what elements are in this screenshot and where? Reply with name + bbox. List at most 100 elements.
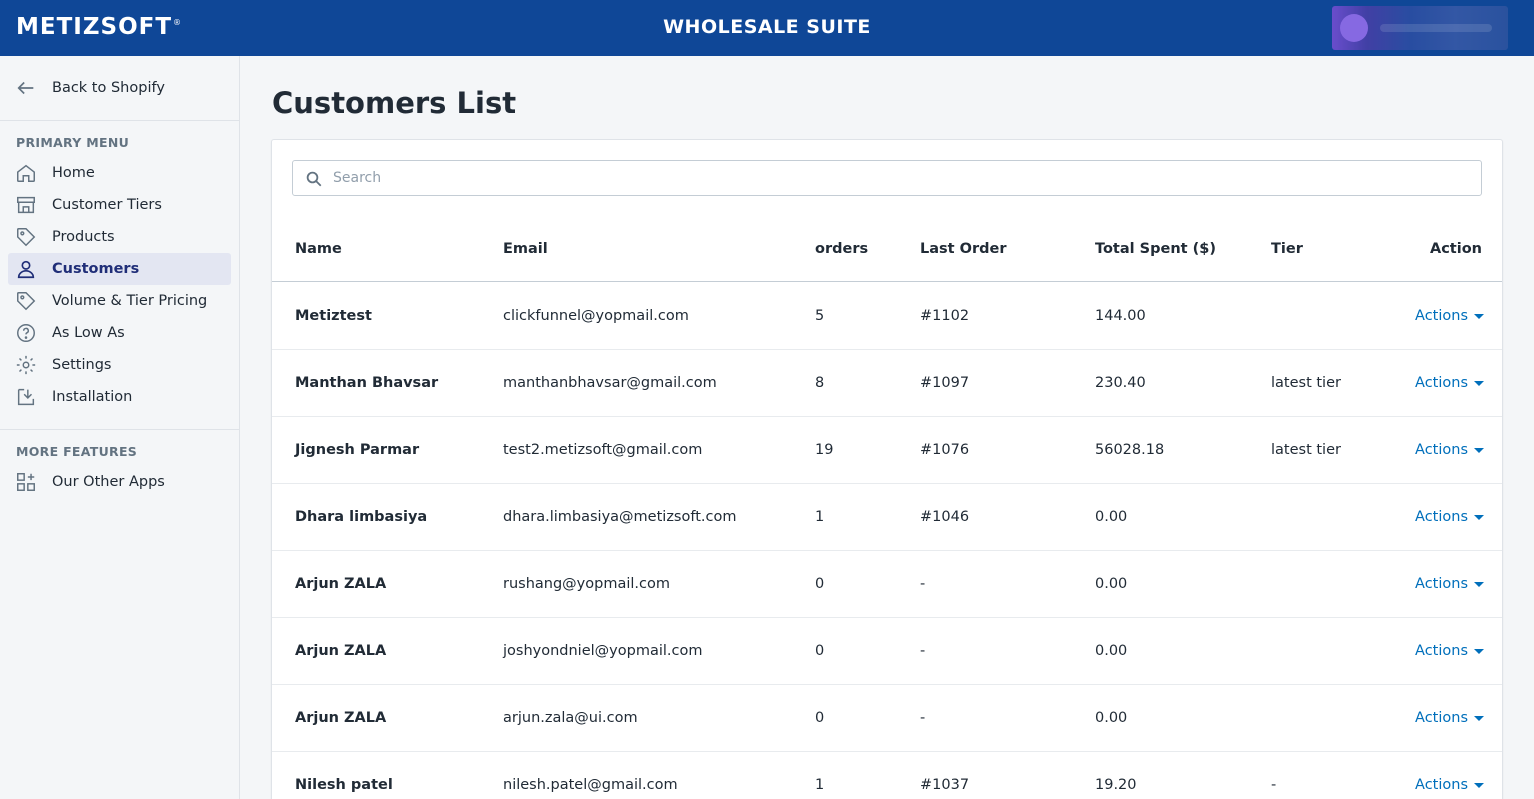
- customer-tier: -: [1271, 777, 1277, 793]
- customer-name: Arjun ZALA: [295, 576, 387, 592]
- customer-total-spent: 56028.18: [1095, 442, 1165, 458]
- account-menu[interactable]: [1332, 6, 1508, 50]
- customer-tier: latest tier: [1271, 442, 1341, 458]
- column-header-name[interactable]: Name: [295, 241, 342, 257]
- column-header-email[interactable]: Email: [503, 241, 548, 257]
- tag-icon: [14, 225, 38, 249]
- actions-label: Actions: [1415, 777, 1468, 793]
- gear-icon: [14, 353, 38, 377]
- sidebar-item-settings[interactable]: Settings: [8, 349, 231, 381]
- customer-email: arjun.zala@ui.com: [503, 710, 638, 726]
- customer-total-spent: 0.00: [1095, 710, 1128, 726]
- customer-email: test2.metizsoft@gmail.com: [503, 442, 703, 458]
- customer-email: joshyondniel@yopmail.com: [503, 643, 703, 659]
- caret-down-icon: [1474, 313, 1484, 319]
- actions-dropdown[interactable]: Actions: [1415, 576, 1484, 592]
- customer-name: Arjun ZALA: [295, 710, 387, 726]
- sidebar-item-volume-tier-pricing[interactable]: Volume & Tier Pricing: [8, 285, 231, 317]
- divider: [0, 120, 239, 121]
- actions-dropdown[interactable]: Actions: [1415, 777, 1484, 793]
- actions-dropdown[interactable]: Actions: [1415, 509, 1484, 525]
- customer-last-order: #1097: [920, 375, 970, 391]
- table-header: Name Email orders Last Order Total Spent…: [272, 216, 1502, 282]
- sidebar-item-installation[interactable]: Installation: [8, 381, 231, 413]
- customer-last-order: -: [920, 576, 926, 592]
- sidebar-item-label: Installation: [52, 389, 133, 405]
- sidebar-item-label: Customer Tiers: [52, 197, 162, 213]
- search-box: [292, 160, 1482, 196]
- customer-total-spent: 230.40: [1095, 375, 1146, 391]
- customer-orders: 0: [815, 710, 825, 726]
- table-row: Dhara limbasiya dhara.limbasiya@metizsof…: [272, 484, 1502, 551]
- customer-name: Metiztest: [295, 308, 372, 324]
- actions-dropdown[interactable]: Actions: [1415, 643, 1484, 659]
- logo-registered-mark: ®: [173, 18, 183, 28]
- column-header-orders[interactable]: orders: [815, 241, 868, 257]
- column-header-last-order[interactable]: Last Order: [920, 241, 1006, 257]
- customer-last-order: #1046: [920, 509, 970, 525]
- caret-down-icon: [1474, 380, 1484, 386]
- customers-card: Name Email orders Last Order Total Spent…: [271, 139, 1503, 799]
- customer-orders: 1: [815, 777, 825, 793]
- customer-name: Dhara limbasiya: [295, 509, 428, 525]
- caret-down-icon: [1474, 581, 1484, 587]
- customer-total-spent: 0.00: [1095, 643, 1128, 659]
- customer-email: clickfunnel@yopmail.com: [503, 308, 689, 324]
- sidebar-item-label: Products: [52, 229, 115, 245]
- back-label: Back to Shopify: [52, 80, 165, 96]
- table-row: Nilesh patel nilesh.patel@gmail.com 1 #1…: [272, 752, 1502, 799]
- actions-dropdown[interactable]: Actions: [1415, 442, 1484, 458]
- customer-name: Manthan Bhavsar: [295, 375, 439, 391]
- top-bar: METIZSOFT® WHOLESALE SUITE: [0, 0, 1534, 56]
- sidebar-item-label: Volume & Tier Pricing: [52, 293, 208, 309]
- column-header-tier[interactable]: Tier: [1271, 241, 1303, 257]
- sidebar-item-other-apps[interactable]: Our Other Apps: [8, 466, 231, 498]
- account-name-redacted: [1380, 24, 1492, 32]
- sidebar-item-home[interactable]: Home: [8, 157, 231, 189]
- caret-down-icon: [1474, 648, 1484, 654]
- person-icon: [14, 257, 38, 281]
- customer-tier: latest tier: [1271, 375, 1341, 391]
- customer-email: rushang@yopmail.com: [503, 576, 670, 592]
- actions-label: Actions: [1415, 509, 1468, 525]
- logo-text: METIZSOFT: [16, 14, 173, 40]
- sidebar-item-label: Settings: [52, 357, 112, 373]
- sidebar-item-customers[interactable]: Customers: [8, 253, 231, 285]
- actions-dropdown[interactable]: Actions: [1415, 375, 1484, 391]
- actions-dropdown[interactable]: Actions: [1415, 710, 1484, 726]
- sidebar-item-label: Customers: [52, 261, 140, 277]
- more-features-title: MORE FEATURES: [16, 444, 138, 459]
- customer-last-order: #1076: [920, 442, 970, 458]
- caret-down-icon: [1474, 514, 1484, 520]
- actions-label: Actions: [1415, 710, 1468, 726]
- back-to-shopify-link[interactable]: Back to Shopify: [8, 72, 231, 104]
- customer-total-spent: 0.00: [1095, 509, 1128, 525]
- home-icon: [14, 161, 38, 185]
- actions-label: Actions: [1415, 375, 1468, 391]
- table-row: Arjun ZALA arjun.zala@ui.com 0 - 0.00 Ac…: [272, 685, 1502, 752]
- table-row: Arjun ZALA joshyondniel@yopmail.com 0 - …: [272, 618, 1502, 685]
- sidebar-item-products[interactable]: Products: [8, 221, 231, 253]
- price-tag-icon: [14, 289, 38, 313]
- actions-dropdown[interactable]: Actions: [1415, 308, 1484, 324]
- metizsoft-logo[interactable]: METIZSOFT®: [16, 14, 182, 40]
- actions-label: Actions: [1415, 308, 1468, 324]
- customer-total-spent: 0.00: [1095, 576, 1128, 592]
- customer-last-order: #1037: [920, 777, 970, 793]
- search-icon: [306, 171, 322, 187]
- column-header-total-spent[interactable]: Total Spent ($): [1095, 241, 1216, 257]
- table-row: Arjun ZALA rushang@yopmail.com 0 - 0.00 …: [272, 551, 1502, 618]
- search-input[interactable]: [333, 161, 1473, 195]
- install-icon: [14, 385, 38, 409]
- column-header-action: Action: [1429, 241, 1482, 257]
- sidebar-item-customer-tiers[interactable]: Customer Tiers: [8, 189, 231, 221]
- store-icon: [14, 193, 38, 217]
- customer-last-order: -: [920, 643, 926, 659]
- primary-menu-title: PRIMARY MENU: [16, 135, 130, 150]
- sidebar: Back to Shopify PRIMARY MENU Home Custom…: [0, 56, 240, 799]
- sidebar-item-label: Our Other Apps: [52, 474, 165, 490]
- sidebar-item-as-low-as[interactable]: As Low As: [8, 317, 231, 349]
- customer-name: Arjun ZALA: [295, 643, 387, 659]
- caret-down-icon: [1474, 715, 1484, 721]
- customer-name: Nilesh patel: [295, 777, 393, 793]
